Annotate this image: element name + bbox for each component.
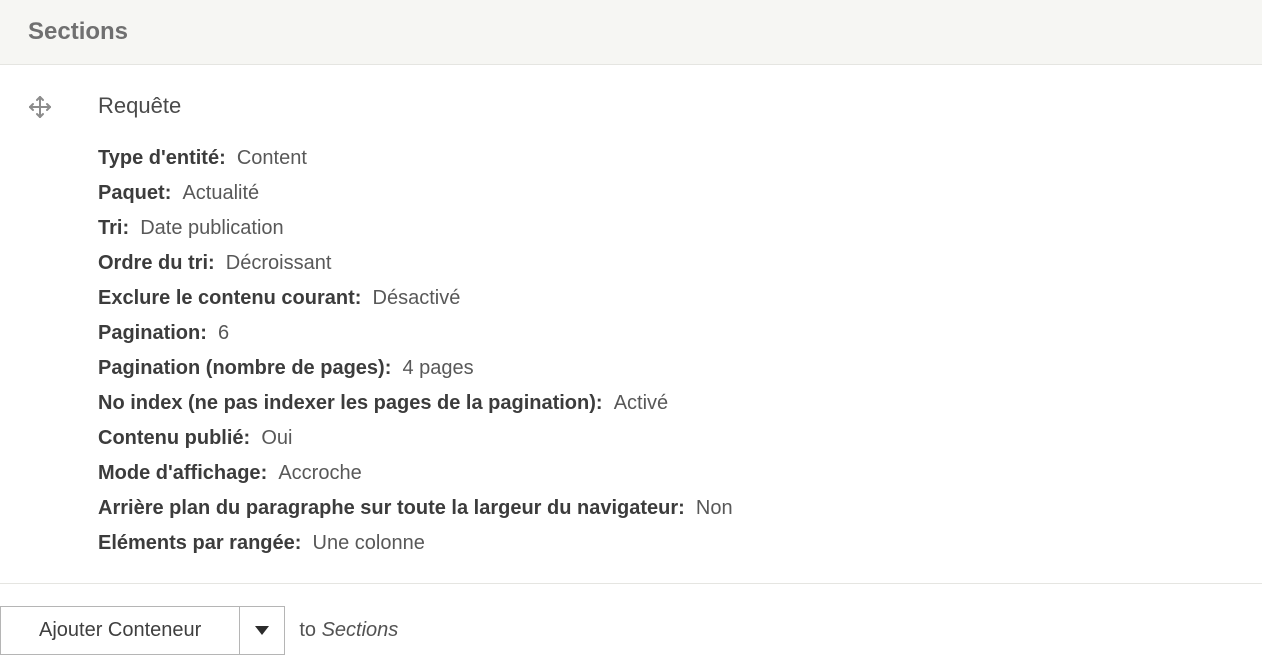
property-value: Activé [614, 386, 668, 421]
property-label: Paquet [98, 176, 182, 211]
property-value: Désactivé [373, 281, 461, 316]
entry-content: Requête Type d'entitéContentPaquetActual… [68, 93, 1262, 561]
property-value: Actualité [182, 176, 259, 211]
property-label: Type d'entité [98, 141, 237, 176]
property-value: 4 pages [402, 351, 473, 386]
property-row: Mode d'affichageAccroche [98, 456, 1262, 491]
property-value: Content [237, 141, 307, 176]
property-value: Non [696, 491, 733, 526]
property-value: 6 [218, 316, 229, 351]
property-label: Contenu publié [98, 421, 261, 456]
section-header: Sections [0, 0, 1262, 65]
property-row: Type d'entitéContent [98, 141, 1262, 176]
add-container-button[interactable]: Ajouter Conteneur [0, 606, 239, 655]
property-row: Contenu publiéOui [98, 421, 1262, 456]
footer-target: Sections [322, 619, 399, 641]
section-entry-row: Requête Type d'entitéContentPaquetActual… [28, 93, 1262, 561]
property-row: TriDate publication [98, 211, 1262, 246]
property-label: No index (ne pas indexer les pages de la… [98, 386, 614, 421]
property-value: Oui [261, 421, 292, 456]
property-label: Arrière plan du paragraphe sur toute la … [98, 491, 696, 526]
entry-title[interactable]: Requête [98, 93, 1262, 119]
property-value: Date publication [140, 211, 283, 246]
property-label: Ordre du tri [98, 246, 226, 281]
footer-text: to Sections [299, 619, 398, 642]
property-label: Tri [98, 211, 140, 246]
section-title: Sections [28, 18, 1262, 46]
property-label: Mode d'affichage [98, 456, 278, 491]
property-label: Pagination [98, 316, 218, 351]
property-row: PaquetActualité [98, 176, 1262, 211]
property-value: Décroissant [226, 246, 332, 281]
footer-bar: Ajouter Conteneur to Sections [0, 584, 1262, 655]
property-row: Ordre du triDécroissant [98, 246, 1262, 281]
property-label: Exclure le contenu courant [98, 281, 373, 316]
drag-handle-icon[interactable] [28, 93, 68, 119]
property-row: Arrière plan du paragraphe sur toute la … [98, 491, 1262, 526]
add-container-dropdown-toggle[interactable] [239, 606, 285, 655]
property-label: Pagination (nombre de pages) [98, 351, 402, 386]
section-body: Requête Type d'entitéContentPaquetActual… [0, 65, 1262, 584]
property-value: Accroche [278, 456, 361, 491]
property-list: Type d'entitéContentPaquetActualitéTriDa… [98, 141, 1262, 561]
property-label: Eléments par rangée [98, 526, 313, 561]
property-row: Exclure le contenu courantDésactivé [98, 281, 1262, 316]
footer-to-text: to [299, 619, 316, 641]
property-value: Une colonne [313, 526, 425, 561]
property-row: Pagination (nombre de pages)4 pages [98, 351, 1262, 386]
property-row: No index (ne pas indexer les pages de la… [98, 386, 1262, 421]
property-row: Eléments par rangéeUne colonne [98, 526, 1262, 561]
property-row: Pagination6 [98, 316, 1262, 351]
add-button-group: Ajouter Conteneur [0, 606, 285, 655]
